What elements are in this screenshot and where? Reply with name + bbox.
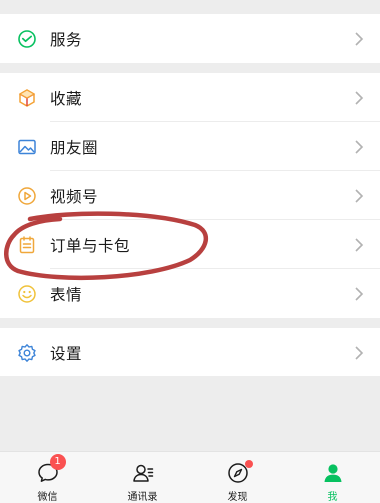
features-group: 收藏 朋友圈 视频号 订单与卡包 表情	[0, 73, 380, 318]
menu-item-channels[interactable]: 视频号	[0, 171, 380, 220]
tab-contacts[interactable]: 通讯录	[95, 452, 190, 503]
orders-cards-icon	[16, 234, 38, 256]
new-indicator-dot	[244, 460, 253, 468]
chevron-right-icon	[355, 188, 364, 203]
chevron-right-icon	[355, 286, 364, 301]
chevron-right-icon	[355, 139, 364, 154]
menu-item-label: 视频号	[50, 187, 99, 206]
menu-item-label: 设置	[50, 344, 83, 363]
menu-item-moments[interactable]: 朋友圈	[0, 122, 380, 171]
tab-label: 我	[327, 492, 338, 503]
unread-badge: 1	[49, 454, 66, 470]
settings-group: 设置	[0, 328, 380, 377]
channels-play-icon	[16, 185, 38, 207]
chevron-right-icon	[355, 90, 364, 105]
menu-item-label: 朋友圈	[50, 138, 99, 157]
top-spacer	[0, 0, 380, 14]
chevron-right-icon	[355, 31, 364, 46]
tab-label: 通讯录	[127, 492, 158, 503]
menu-item-label: 收藏	[50, 89, 83, 108]
settings-gear-icon	[16, 342, 38, 364]
chevron-right-icon	[355, 237, 364, 252]
services-group: 服务	[0, 14, 380, 63]
tab-chats[interactable]: 1 微信	[0, 452, 95, 503]
stickers-smile-icon	[16, 283, 38, 305]
menu-item-stickers[interactable]: 表情	[0, 269, 380, 318]
moments-picture-icon	[16, 136, 38, 158]
menu-item-services[interactable]: 服务	[0, 14, 380, 63]
tab-label: 微信	[37, 492, 58, 503]
me-person-icon	[324, 464, 341, 482]
menu-item-settings[interactable]: 设置	[0, 328, 380, 377]
services-icon	[16, 28, 38, 50]
menu-item-orders-cards[interactable]: 订单与卡包	[0, 220, 380, 269]
menu-item-label: 服务	[50, 30, 83, 49]
contacts-icon	[132, 464, 153, 482]
bottom-tab-bar: 1 微信 通讯录 发现 我	[0, 451, 380, 503]
empty-area	[0, 376, 380, 451]
tab-label: 发现	[227, 492, 248, 503]
menu-item-label: 表情	[50, 285, 83, 304]
menu-item-favorites[interactable]: 收藏	[0, 73, 380, 122]
menu-item-label: 订单与卡包	[50, 236, 131, 255]
favorites-cube-icon	[16, 87, 38, 109]
section-gap	[0, 318, 380, 328]
tab-me[interactable]: 我	[285, 452, 380, 503]
tab-discover[interactable]: 发现	[190, 452, 285, 503]
chevron-right-icon	[355, 345, 364, 360]
section-gap	[0, 63, 380, 73]
